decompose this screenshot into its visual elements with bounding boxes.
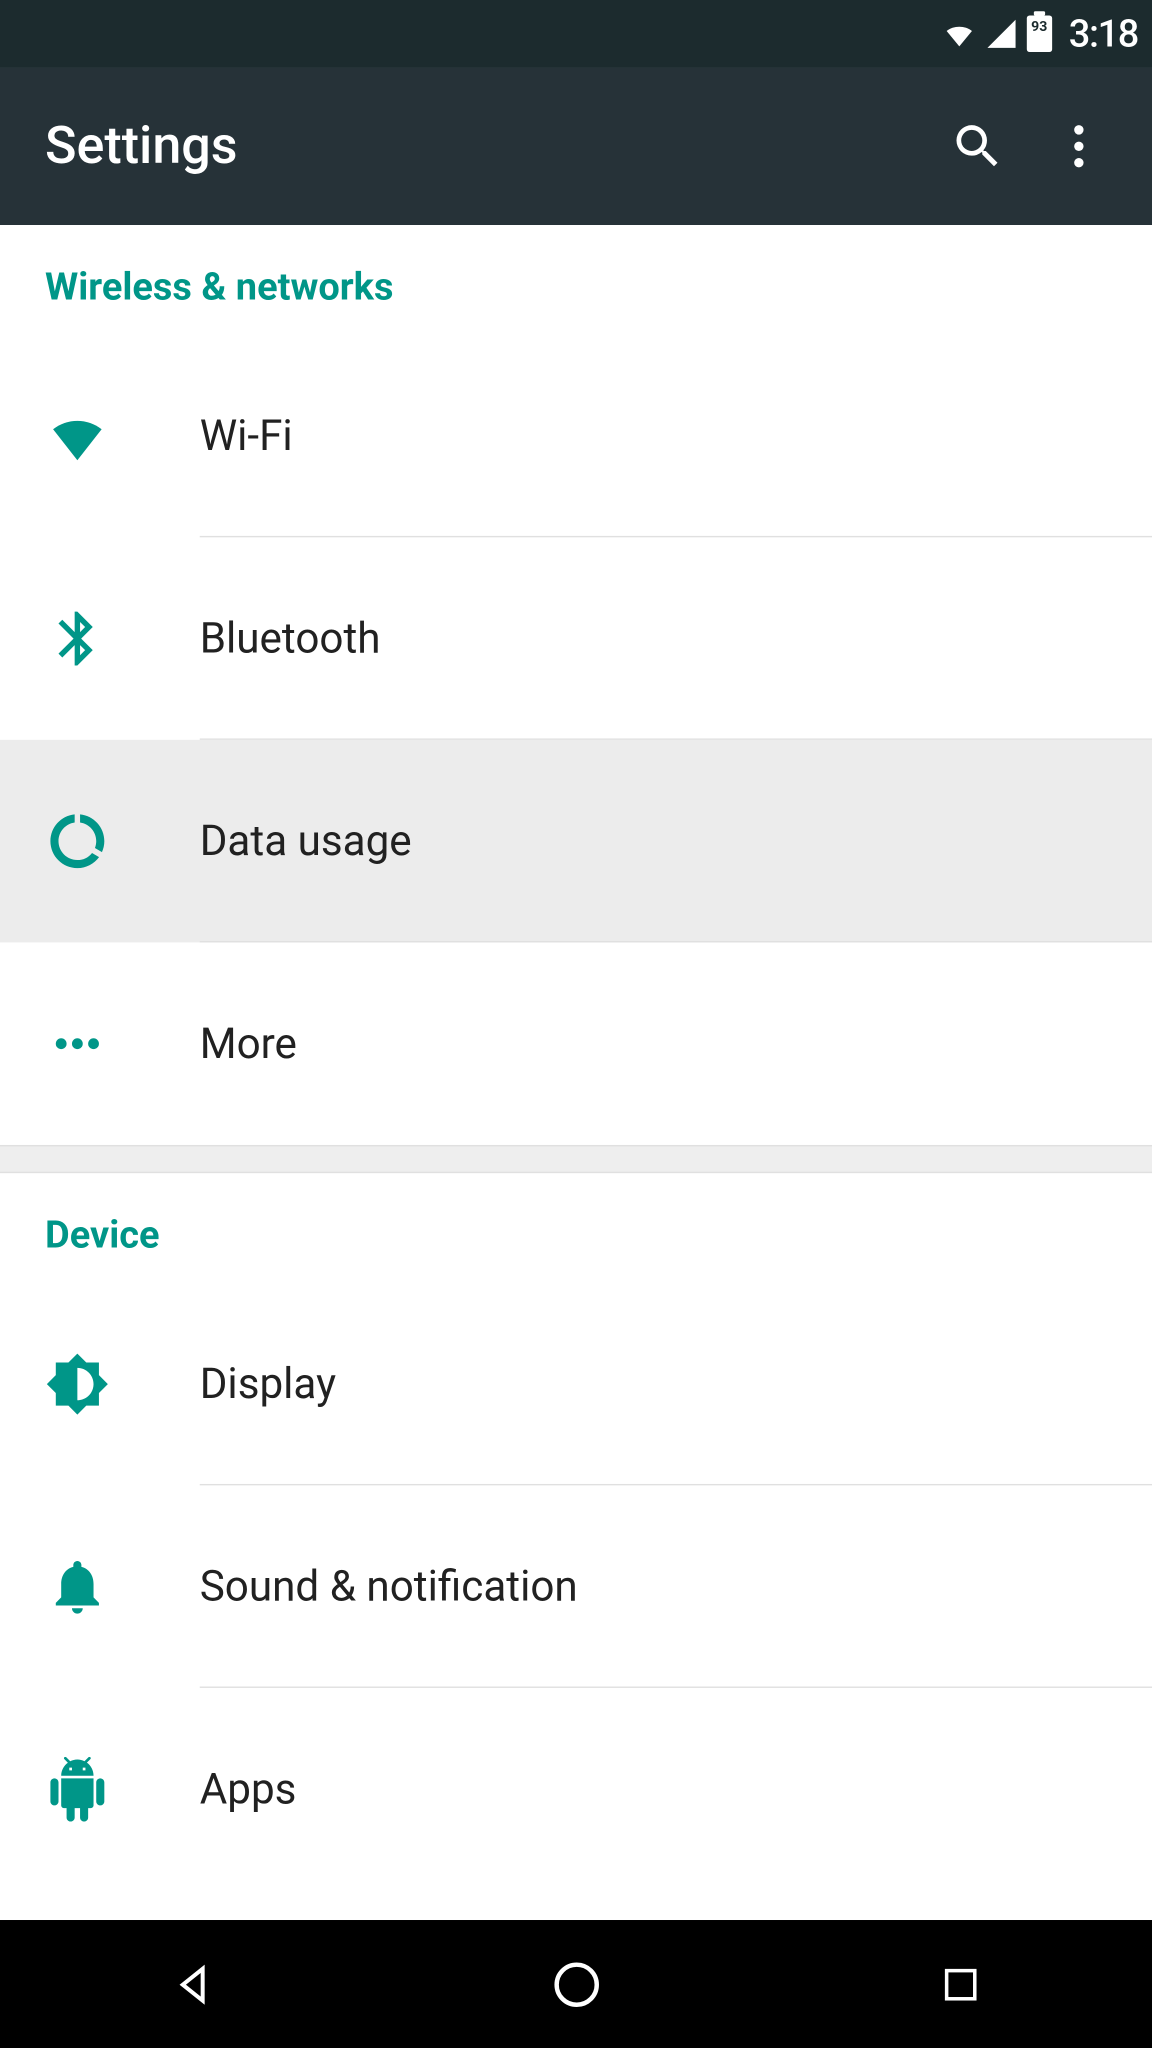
section-divider xyxy=(0,1145,1152,1173)
brightness-icon xyxy=(45,1352,200,1417)
section-header-wireless: Wireless & networks xyxy=(0,225,1152,335)
data-usage-icon xyxy=(45,809,200,874)
settings-item-display[interactable]: Display xyxy=(0,1283,1152,1486)
recents-button[interactable] xyxy=(918,1942,1002,2026)
overflow-menu-button[interactable] xyxy=(1039,107,1118,186)
search-icon xyxy=(949,118,1005,174)
clock: 3:18 xyxy=(1069,11,1138,56)
recents-icon xyxy=(939,1963,981,2005)
settings-item-label: Sound & notification xyxy=(200,1562,578,1611)
page-title: Settings xyxy=(45,116,916,176)
battery-percent: 93 xyxy=(1027,20,1052,35)
battery-icon: 93 xyxy=(1027,15,1052,52)
app-bar: Settings xyxy=(0,68,1152,226)
notifications-icon xyxy=(45,1554,200,1619)
settings-item-bluetooth[interactable]: Bluetooth xyxy=(0,537,1152,740)
android-icon xyxy=(45,1757,200,1822)
settings-item-label: Wi-Fi xyxy=(200,411,293,460)
settings-item-data-usage[interactable]: Data usage xyxy=(0,740,1152,943)
wifi-icon xyxy=(942,17,976,51)
back-icon xyxy=(168,1960,216,2008)
settings-item-label: Display xyxy=(200,1359,336,1408)
search-button[interactable] xyxy=(938,107,1017,186)
settings-item-label: More xyxy=(200,1019,297,1068)
settings-list[interactable]: Wireless & networks Wi-Fi Bluetooth Data… xyxy=(0,225,1152,1920)
settings-item-label: Data usage xyxy=(200,817,412,866)
bluetooth-icon xyxy=(45,606,200,671)
settings-item-sound[interactable]: Sound & notification xyxy=(0,1485,1152,1688)
home-button[interactable] xyxy=(534,1942,618,2026)
settings-item-wifi[interactable]: Wi-Fi xyxy=(0,335,1152,538)
back-button[interactable] xyxy=(150,1942,234,2026)
cell-signal-icon xyxy=(984,17,1018,51)
more-horiz-icon xyxy=(45,1011,200,1076)
navigation-bar xyxy=(0,1920,1152,2048)
wifi-icon xyxy=(45,404,200,469)
home-icon xyxy=(549,1957,602,2010)
settings-item-apps[interactable]: Apps xyxy=(0,1688,1152,1891)
settings-item-more[interactable]: More xyxy=(0,942,1152,1145)
settings-item-label: Bluetooth xyxy=(200,614,381,663)
settings-item-label: Apps xyxy=(200,1765,297,1814)
status-bar: 93 3:18 xyxy=(0,0,1152,68)
more-vert-icon xyxy=(1051,118,1107,174)
section-header-device: Device xyxy=(0,1173,1152,1283)
